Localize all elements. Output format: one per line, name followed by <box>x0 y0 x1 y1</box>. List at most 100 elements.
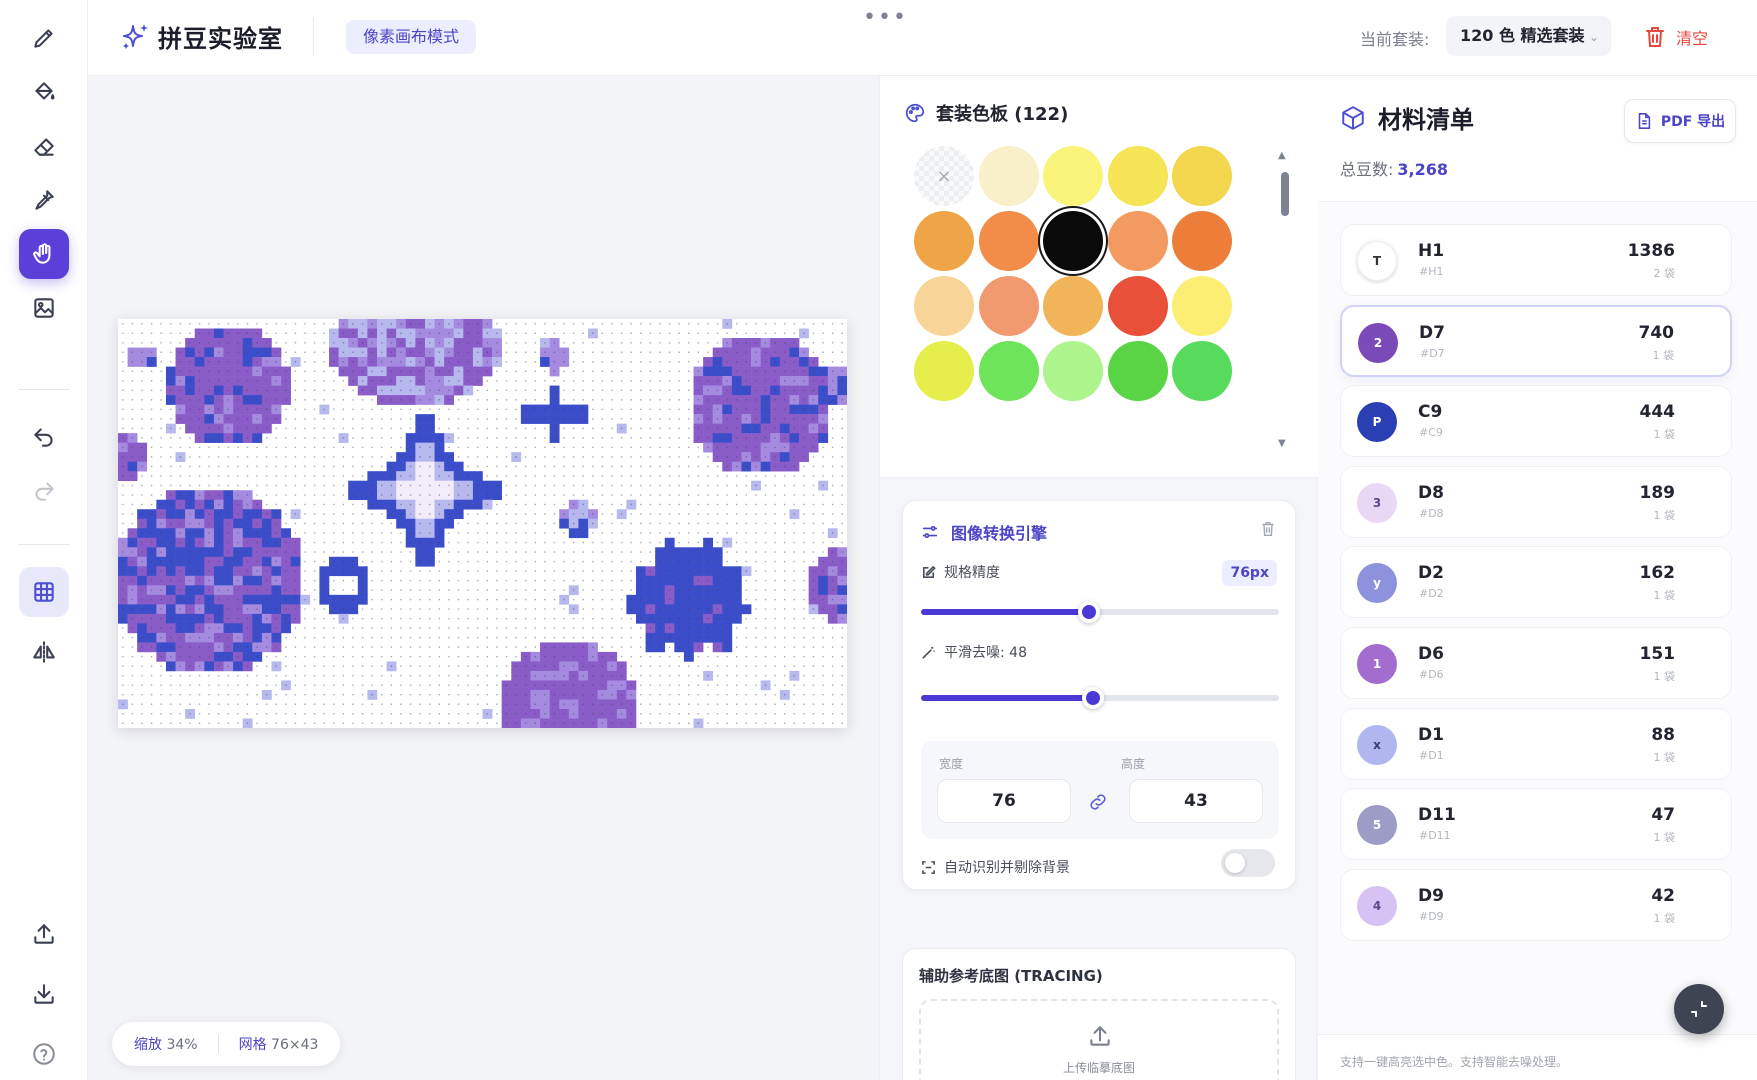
canvas-area[interactable]: 缩放 34% 网格 76×43 <box>88 76 879 1080</box>
material-row[interactable]: x D1 #D1 88 1 袋 <box>1340 707 1732 780</box>
material-row[interactable]: P C9 #C9 444 1 袋 <box>1340 385 1732 458</box>
scroll-up-arrow-icon[interactable]: ▲ <box>1278 150 1286 161</box>
dimension-box: 宽度 高度 76 43 <box>921 741 1279 839</box>
color-swatch[interactable] <box>1043 146 1103 206</box>
height-label: 高度 <box>1121 757 1146 771</box>
color-swatch[interactable] <box>1107 211 1168 271</box>
color-swatch[interactable] <box>1172 146 1232 206</box>
material-row[interactable]: 5 D11 #D11 47 1 袋 <box>1340 788 1732 861</box>
help-button[interactable] <box>19 1029 69 1079</box>
material-code: D9 <box>1418 885 1444 906</box>
upload-hint: 上传临摹底图 <box>1062 1061 1135 1075</box>
color-swatch[interactable] <box>1043 276 1103 336</box>
material-row[interactable]: 2 D7 #D7 740 1 袋 <box>1340 304 1732 377</box>
engine-delete-button[interactable] <box>1259 520 1277 538</box>
material-id: #D11 <box>1419 829 1451 843</box>
eyedropper-tool[interactable] <box>19 175 69 225</box>
pdf-export-button[interactable]: PDF 导出 <box>1624 99 1736 143</box>
slider-thumb[interactable] <box>1078 601 1101 623</box>
more-menu-dots[interactable]: ••• <box>863 5 908 30</box>
bead-grid[interactable] <box>118 319 847 728</box>
color-swatch[interactable] <box>1172 276 1232 336</box>
material-row[interactable]: T H1 #H1 1386 2 袋 <box>1340 224 1732 296</box>
color-swatch[interactable] <box>1043 341 1103 401</box>
material-count: 88 <box>1651 724 1675 745</box>
chevron-down-icon: ⌄ <box>1588 30 1599 44</box>
smoothing-slider[interactable] <box>921 685 1279 709</box>
material-code: D1 <box>1418 724 1444 745</box>
pixel-canvas[interactable] <box>118 319 847 728</box>
tracing-card: 辅助参考底图 (TRACING) 上传临摹底图 <box>902 948 1296 1080</box>
pencil-tool[interactable] <box>19 13 69 63</box>
color-swatch[interactable] <box>914 211 974 271</box>
color-dot: 5 <box>1357 805 1397 846</box>
hand-tool[interactable] <box>19 229 69 279</box>
scrollbar-thumb[interactable] <box>1281 172 1289 216</box>
material-code: D2 <box>1418 563 1444 584</box>
kit-select[interactable]: 120 色 精选套装 ⌄ <box>1446 16 1611 56</box>
material-id: #D6 <box>1419 668 1444 681</box>
color-swatch[interactable] <box>978 146 1039 206</box>
slider-fill <box>921 609 1090 615</box>
material-id: #H1 <box>1419 265 1444 278</box>
slider-thumb[interactable] <box>1081 687 1104 709</box>
color-swatch[interactable] <box>1172 341 1232 401</box>
tracing-title: 辅助参考底图 (TRACING) <box>919 967 1103 985</box>
zoom-value: 34% <box>166 1037 198 1053</box>
eraser-icon <box>34 138 54 156</box>
color-dot: P <box>1357 402 1397 443</box>
eraser-tool[interactable] <box>19 121 69 171</box>
color-swatch[interactable] <box>1107 276 1168 336</box>
grid-toggle[interactable] <box>19 567 69 617</box>
upload-button[interactable] <box>19 909 69 959</box>
tracing-upload-zone[interactable]: 上传临摹底图 <box>919 999 1279 1080</box>
material-bags: 1 袋 <box>1653 508 1676 522</box>
grid-readout: 网格 76×43 <box>238 1037 319 1053</box>
grid-icon <box>34 582 54 602</box>
no-color-swatch[interactable]: × <box>914 146 974 206</box>
precision-value-badge: 76px <box>1222 560 1277 586</box>
material-count: 740 <box>1638 322 1675 343</box>
material-bags: 1 袋 <box>1653 589 1676 603</box>
material-bags: 1 袋 <box>1653 911 1676 925</box>
color-swatch[interactable] <box>1172 211 1232 271</box>
paint-bucket-tool[interactable] <box>19 67 69 117</box>
width-input[interactable]: 76 <box>937 779 1071 823</box>
clear-button[interactable]: 清空 <box>1644 21 1708 53</box>
color-swatch[interactable] <box>1107 146 1168 206</box>
top-header: 拼豆实验室 像素画布模式 ••• 当前套装: 120 色 精选套装 ⌄ 清空 <box>88 0 1757 76</box>
download-button[interactable] <box>19 969 69 1019</box>
color-swatch[interactable] <box>978 276 1039 336</box>
left-toolbar <box>0 0 88 1080</box>
eyedropper-icon <box>35 190 54 210</box>
mirror-tool[interactable] <box>19 627 69 677</box>
palette-scrollbar[interactable]: ▲ ▼ <box>1278 150 1289 450</box>
color-swatch[interactable] <box>1107 341 1168 401</box>
material-row[interactable]: 3 D8 #D8 189 1 袋 <box>1340 465 1732 538</box>
floating-action-button[interactable] <box>1674 984 1724 1034</box>
aspect-lock-button[interactable] <box>1087 791 1109 813</box>
materials-header: 材料清单 PDF 导出 总豆数: 3,268 <box>1318 76 1757 202</box>
color-swatch[interactable] <box>978 341 1039 401</box>
height-input[interactable]: 43 <box>1129 779 1263 823</box>
header-divider <box>313 18 314 56</box>
mode-badge[interactable]: 像素画布模式 <box>346 20 477 54</box>
image-tool[interactable] <box>19 283 69 333</box>
image-icon <box>34 298 54 318</box>
color-swatch[interactable] <box>914 276 974 336</box>
material-row[interactable]: 4 D9 #D9 42 1 袋 <box>1340 868 1732 941</box>
footer-hint: 支持一键高亮选中色。支持智能去噪处理。 <box>1340 1055 1569 1069</box>
precision-slider[interactable] <box>921 599 1279 623</box>
sliders-icon <box>922 525 938 539</box>
materials-footer: 支持一键高亮选中色。支持智能去噪处理。 <box>1318 1034 1757 1080</box>
scroll-down-arrow-icon[interactable]: ▼ <box>1278 438 1286 449</box>
material-row[interactable]: 1 D6 #D6 151 1 袋 <box>1340 627 1732 699</box>
color-swatch[interactable] <box>1043 211 1103 271</box>
color-swatch[interactable] <box>914 341 974 401</box>
color-swatch[interactable] <box>978 211 1039 271</box>
material-row[interactable]: y D2 #D2 162 1 袋 <box>1340 546 1732 619</box>
remove-bg-toggle[interactable] <box>1221 849 1275 877</box>
undo-button[interactable] <box>19 412 69 462</box>
conversion-engine-card: 图像转换引擎 规格精度 76px 平滑去噪: 48 宽度 高度 76 43 自动… <box>902 500 1296 890</box>
redo-button[interactable] <box>19 466 69 516</box>
